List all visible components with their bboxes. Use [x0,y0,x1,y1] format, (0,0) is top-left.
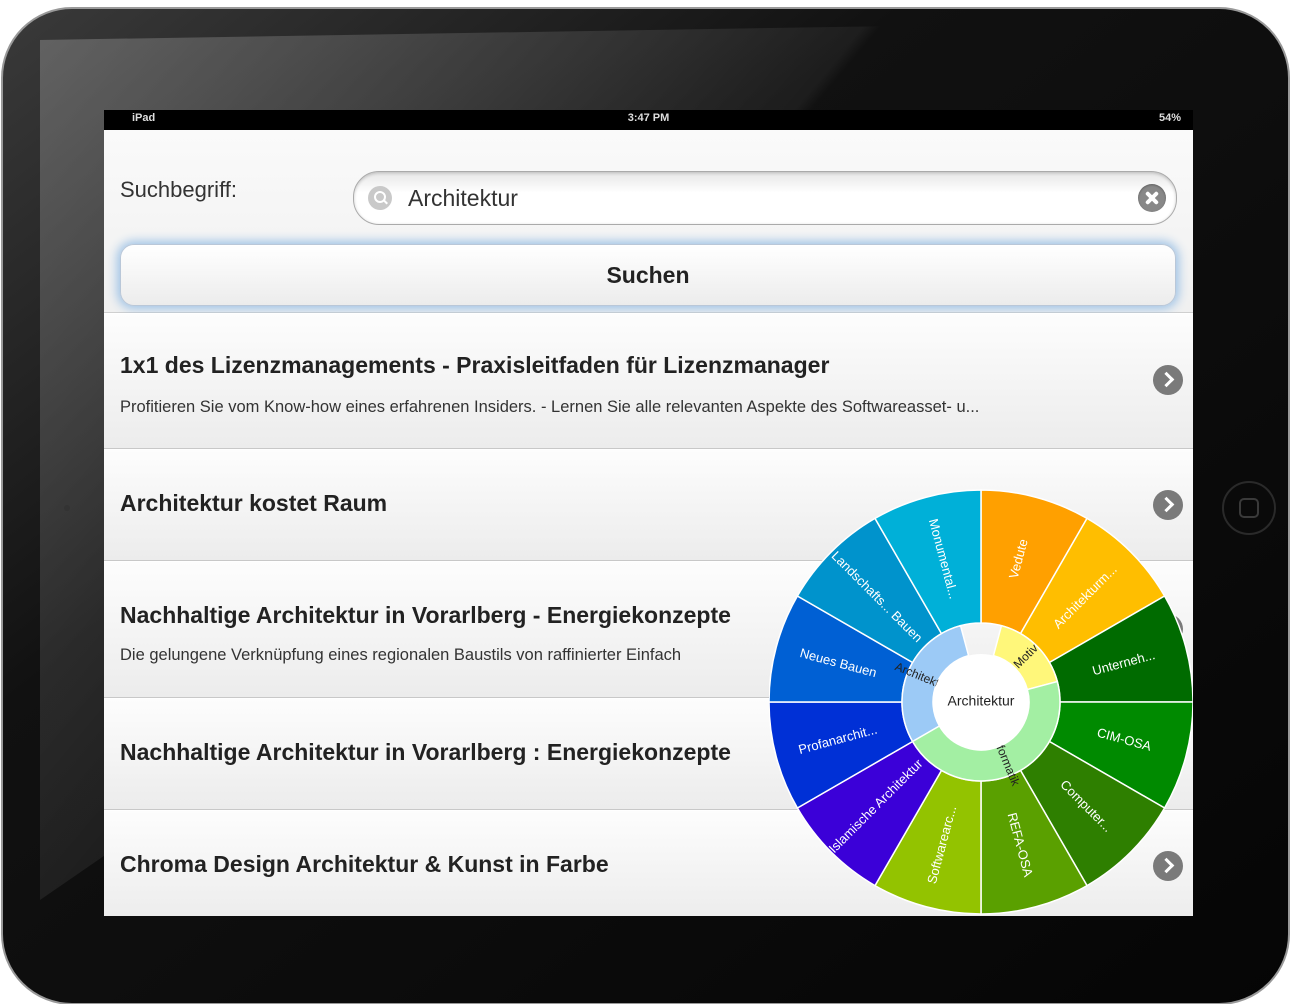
search-panel: Suchbegriff: Suchen [104,130,1193,313]
search-label: Suchbegriff: [120,177,238,202]
item-title: 1x1 des Lizenzmanagements - Praxisleitfa… [120,352,830,378]
clear-icon[interactable] [1138,184,1166,212]
app-screen: Suchbegriff: Suchen 1x1 des Lizenzmanage… [104,130,1193,916]
clock: 3:47 PM [627,112,670,124]
battery-label: 54% [1158,112,1181,124]
item-description: Die gelungene Verknüpfung eines regional… [120,646,682,664]
item-title: Architektur kostet Raum [120,490,388,516]
search-input[interactable] [406,180,1110,216]
item-title: Chroma Design Architektur & Kunst in Far… [120,851,609,877]
search-icon [368,186,392,210]
search-button[interactable]: Suchen [120,244,1176,306]
item-title: Nachhaltige Architektur in Vorarlberg : … [120,739,731,765]
topic-wheel[interactable]: VeduteArchitekturm...Unterneh...CIM-OSAC… [769,480,1193,916]
item-description: Profitieren Sie vom Know-how eines erfah… [120,398,980,416]
list-item[interactable]: 1x1 des Lizenzmanagements - Praxisleitfa… [104,313,1193,449]
wheel-center-label: Architektur [948,693,1015,709]
search-box[interactable] [353,171,1177,225]
chevron-right-icon [1153,365,1183,395]
item-title: Nachhaltige Architektur in Vorarlberg - … [120,602,731,628]
status-bar: iPad 3:47 PM 54% [104,110,1193,130]
